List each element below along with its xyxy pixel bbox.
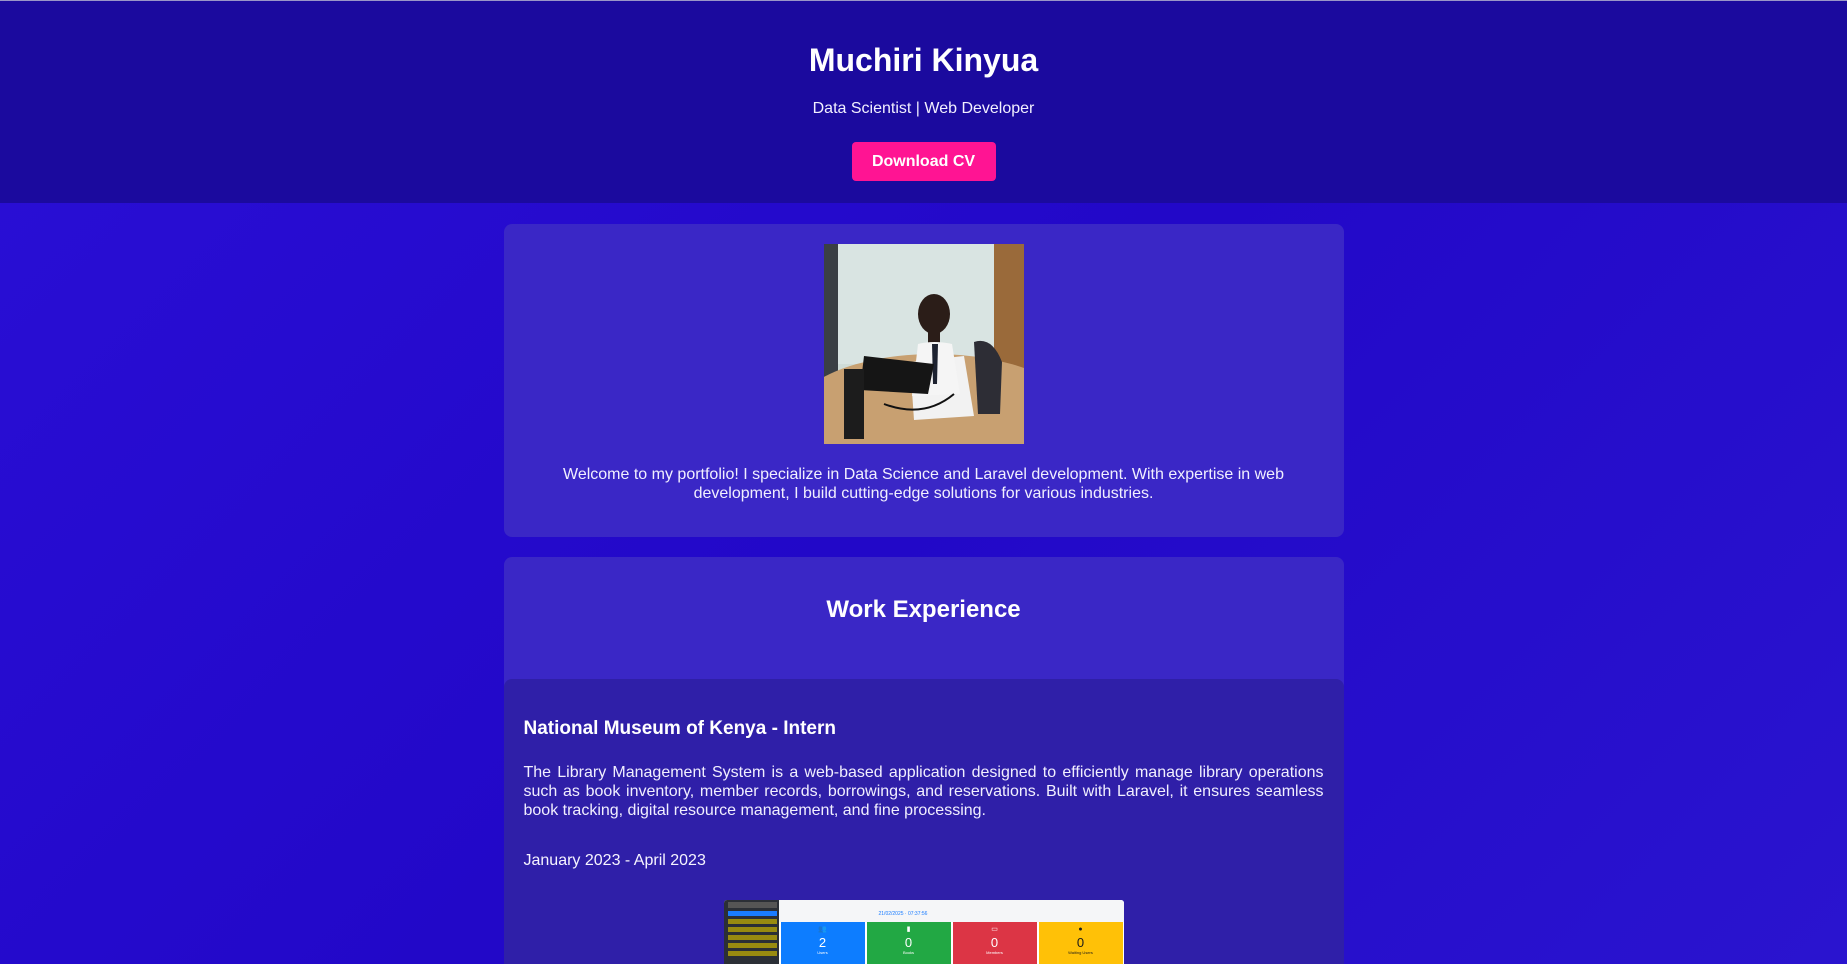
stat-label: Users xyxy=(817,950,828,955)
job-title: National Museum of Kenya - Intern xyxy=(523,718,836,739)
work-experience-card: Work Experience National Museum of Kenya… xyxy=(503,557,1344,964)
stat-tile-members: ▭ 0 Members xyxy=(952,922,1037,964)
user-clock-icon: ● xyxy=(1078,926,1083,933)
book-icon: ▮ xyxy=(906,926,911,933)
id-card-icon: ▭ xyxy=(991,926,998,933)
stat-value: 2 xyxy=(818,935,827,950)
stat-value: 0 xyxy=(1076,935,1085,950)
page-header: Muchiri Kinyua Data Scientist | Web Deve… xyxy=(0,1,1847,203)
main-container: Welcome to my portfolio! I specialize in… xyxy=(503,224,1344,964)
job-dates: January 2023 - April 2023 xyxy=(523,852,706,869)
page-subtitle: Data Scientist | Web Developer xyxy=(812,100,1035,117)
profile-photo-image xyxy=(823,244,1024,444)
stat-tile-waiting-users: ● 0 Waiting Users xyxy=(1038,922,1123,964)
screenshot-sidebar xyxy=(723,900,779,964)
project-screenshot: 21/02/2025 · 07:37:56 👥 2 Users ▮ 0 Book… xyxy=(723,900,1124,964)
download-cv-button[interactable]: Download CV xyxy=(851,142,996,181)
stat-label: Waiting Users xyxy=(1068,950,1093,955)
work-experience-heading: Work Experience xyxy=(826,596,1021,623)
job-card: National Museum of Kenya - Intern The Li… xyxy=(503,679,1344,964)
job-description: The Library Management System is a web-b… xyxy=(523,764,1324,819)
stat-label: Members xyxy=(986,950,1003,955)
about-text: Welcome to my portfolio! I specialize in… xyxy=(563,466,1284,502)
about-card: Welcome to my portfolio! I specialize in… xyxy=(503,224,1344,537)
screenshot-date: 21/02/2025 · 07:37:56 xyxy=(878,911,928,917)
page-title: Muchiri Kinyua xyxy=(808,42,1039,78)
profile-photo xyxy=(823,244,1024,444)
stat-tile-books: ▮ 0 Books xyxy=(866,922,951,964)
screenshot-topbar xyxy=(778,900,1124,922)
stat-value: 0 xyxy=(904,935,913,950)
stat-label: Books xyxy=(902,950,915,955)
stat-value: 0 xyxy=(990,935,999,950)
stat-tile-users: 👥 2 Users xyxy=(780,922,865,964)
users-icon: 👥 xyxy=(818,926,827,933)
